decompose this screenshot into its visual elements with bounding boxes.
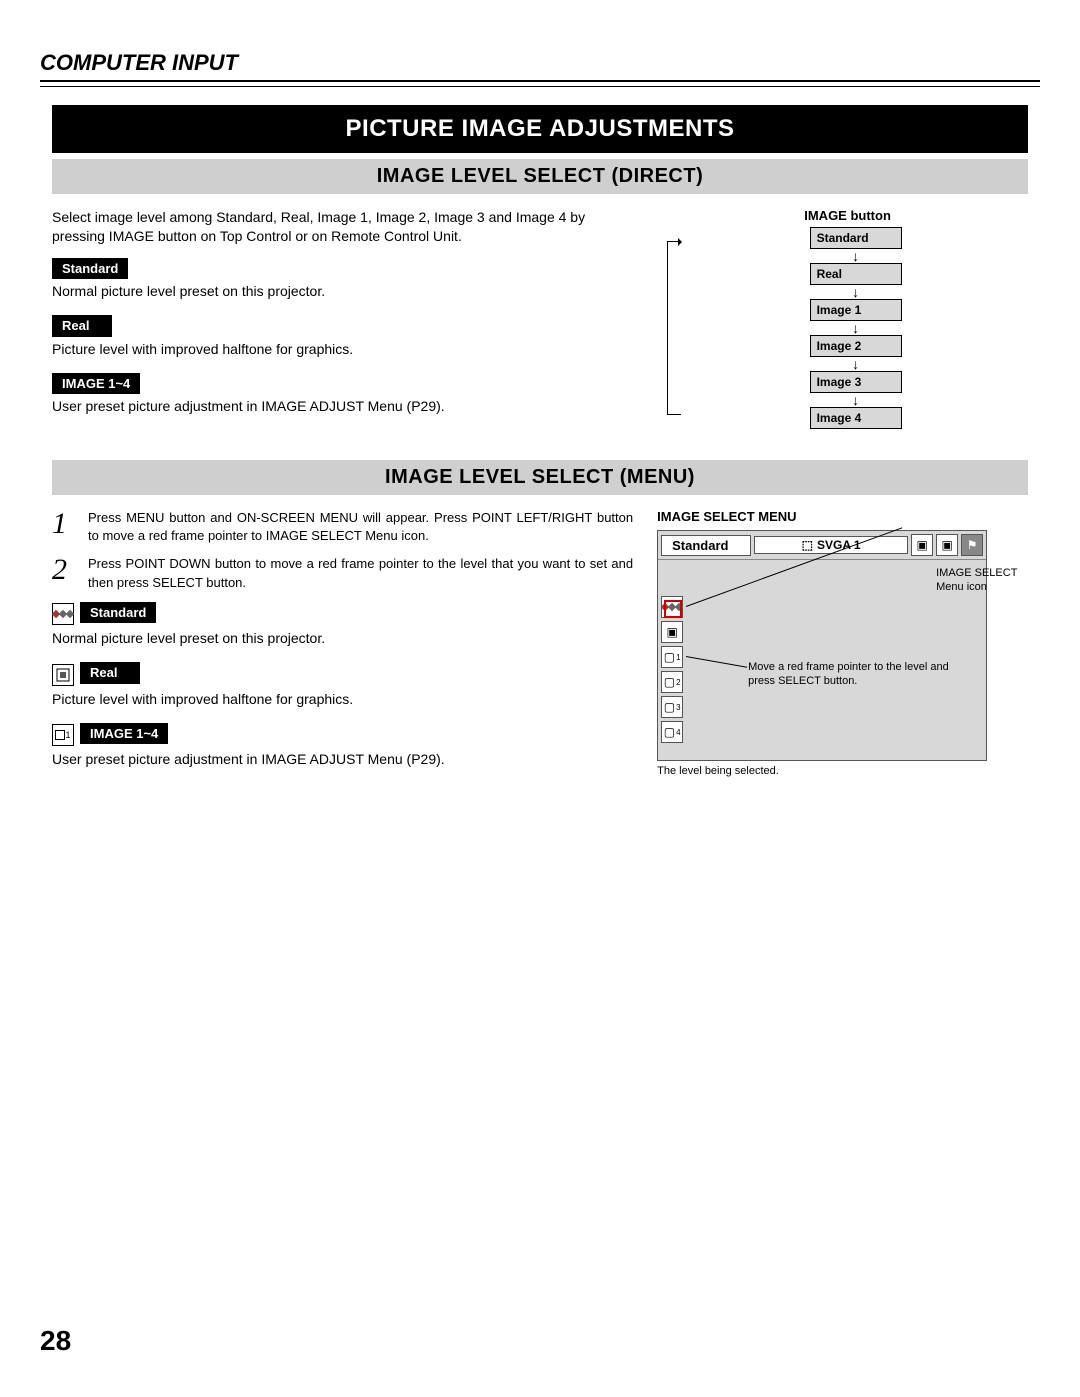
arrow-down-icon: ↓ [852,321,859,335]
osd-mode-label: Standard [661,535,751,556]
osd-side-real-icon: ▣ [661,621,683,643]
diagram-title: IMAGE button [667,208,1028,223]
standard-menu-icon [52,603,74,625]
osd-side-standard-icon [661,596,683,618]
osd-side-image1-icon: ▢1 [661,646,683,668]
tag-real-menu: Real [80,662,140,684]
diagram-level: Image 2 [810,335,902,357]
osd-note: The level being selected. [657,765,1028,777]
desc-real: Picture level with improved halftone for… [52,340,633,359]
osd-side-image4-icon: ▢4 [661,721,683,743]
image14-menu-icon: 1 [52,724,74,746]
step-text-2: Press POINT DOWN button to move a red fr… [88,555,633,591]
diagram-level: Image 1 [810,299,902,321]
input-icon: ⬚ [802,538,813,552]
osd-top-icon-3: ⚑ [961,534,983,556]
desc-image14-menu: User preset picture adjustment in IMAGE … [52,750,633,769]
page-number: 28 [40,1325,71,1357]
osd-signal-label: ⬚ SVGA 1 [754,536,908,554]
callout-line-2 [686,656,747,668]
diagram-loop-line [667,241,681,415]
arrow-down-icon: ↓ [852,249,859,263]
section-heading-direct: IMAGE LEVEL SELECT (DIRECT) [52,159,1028,194]
desc-image14: User preset picture adjustment in IMAGE … [52,397,633,416]
osd-side-image3-icon: ▢3 [661,696,683,718]
arrow-down-icon: ↓ [852,285,859,299]
tag-real: Real [52,315,112,337]
real-menu-icon [52,664,74,686]
image-button-diagram: IMAGE button Standard ↓ Real ↓ Image 1 ↓… [667,208,1028,429]
tag-image14-menu: IMAGE 1~4 [80,723,168,745]
osd-title: IMAGE SELECT MENU [657,509,1028,524]
intro-text: Select image level among Standard, Real,… [52,208,633,246]
callout-pointer: Move a red frame pointer to the level an… [748,660,958,689]
desc-real-menu: Picture level with improved halftone for… [52,690,633,709]
arrow-down-icon: ↓ [852,357,859,371]
callout-image-select: IMAGE SELECT Menu icon [936,566,1046,595]
diagram-level: Real [810,263,902,285]
step-number-2: 2 [52,555,74,591]
tag-standard-menu: Standard [80,602,156,624]
diagram-level: Image 3 [810,371,902,393]
arrow-down-icon: ↓ [852,393,859,407]
osd-top-icon-1: ▣ [911,534,933,556]
diagram-level: Image 4 [810,407,902,429]
desc-standard: Normal picture level preset on this proj… [52,282,633,301]
tag-standard: Standard [52,258,128,280]
tag-image14: IMAGE 1~4 [52,373,140,395]
osd-menu-mockup: Standard ⬚ SVGA 1 ▣ ▣ ⚑ ▣ ▢1 ▢2 ▢3 [657,530,987,761]
diagram-level: Standard [810,227,902,249]
step-number-1: 1 [52,509,74,545]
osd-top-icon-2: ▣ [936,534,958,556]
desc-standard-menu: Normal picture level preset on this proj… [52,629,633,648]
divider [40,86,1040,87]
section-heading-menu: IMAGE LEVEL SELECT (MENU) [52,460,1028,495]
step-text-1: Press MENU button and ON-SCREEN MENU wil… [88,509,633,545]
osd-side-image2-icon: ▢2 [661,671,683,693]
page-section-header: COMPUTER INPUT [40,50,1040,82]
page-title-bar: PICTURE IMAGE ADJUSTMENTS [52,105,1028,153]
